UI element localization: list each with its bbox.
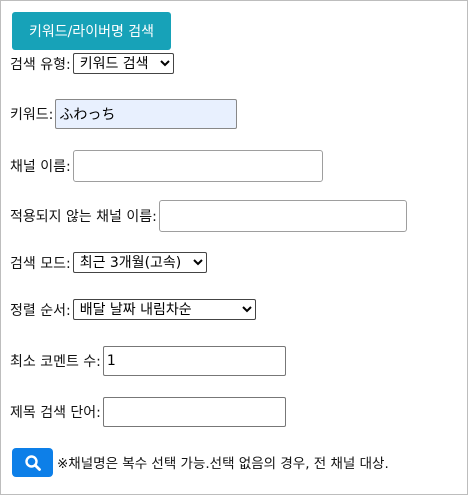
title-keyword-label: 제목 검색 단어:	[10, 405, 101, 421]
keyword-row: 키워드:	[10, 99, 238, 129]
channel-name-input[interactable]	[72, 150, 323, 182]
title-keyword-row: 제목 검색 단어:	[10, 397, 286, 427]
min-comments-input[interactable]	[102, 346, 286, 376]
search-mode-select[interactable]: 최근 3개월(고속)	[72, 252, 207, 273]
keyword-label: 키워드:	[10, 107, 54, 123]
sort-order-label: 정렬 순서:	[10, 302, 71, 319]
excluded-channel-row: 적용되지 않는 채널 이름:	[10, 200, 407, 232]
min-comments-label: 최소 코멘트 수:	[10, 354, 101, 370]
keyword-input[interactable]	[55, 99, 238, 129]
channel-name-label: 채널 이름:	[10, 159, 71, 175]
channel-name-row: 채널 이름:	[10, 150, 323, 182]
min-comments-row: 최소 코멘트 수:	[10, 346, 286, 376]
search-mode-row: 검색 모드: 최근 3개월(고속)	[10, 252, 207, 273]
title-keyword-input[interactable]	[102, 397, 286, 427]
excluded-channel-input[interactable]	[158, 200, 407, 232]
sort-order-select[interactable]: 배달 날짜 내림차순	[72, 299, 256, 320]
keyword-liver-search-button[interactable]: 키워드/라이버명 검색	[12, 12, 171, 50]
search-type-row: 검색 유형: 키워드 검색	[10, 53, 174, 74]
sort-order-row: 정렬 순서: 배달 날짜 내림차순	[10, 299, 256, 320]
excluded-channel-label: 적용되지 않는 채널 이름:	[10, 209, 157, 225]
search-type-label: 검색 유형:	[10, 56, 71, 73]
search-button[interactable]	[12, 448, 53, 477]
search-type-select[interactable]: 키워드 검색	[72, 53, 174, 74]
channel-selection-note: ※채널명은 복수 선택 가능.선택 없음의 경우, 전 채널 대상.	[57, 456, 389, 472]
search-icon	[24, 454, 41, 471]
search-mode-label: 검색 모드:	[10, 255, 71, 272]
